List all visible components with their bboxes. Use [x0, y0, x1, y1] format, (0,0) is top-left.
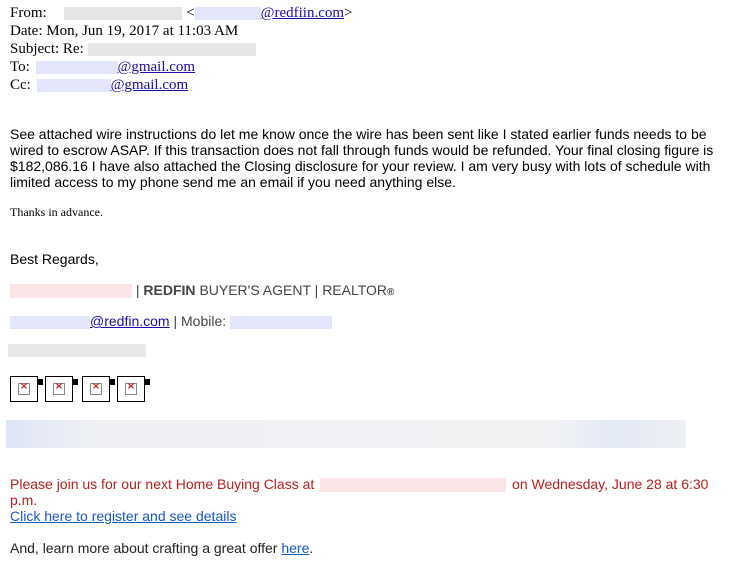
agent-title-line: | REDFIN BUYER'S AGENT | REALTOR® [10, 282, 394, 301]
from-name-redaction [64, 7, 183, 21]
from-lt: < [186, 5, 195, 21]
home-buying-class-text: Please join us for our next Home Buying … [10, 476, 726, 508]
from-email-redaction [194, 7, 261, 21]
register-link[interactable]: Click here to register and see details [10, 508, 236, 524]
cc-line: Cc: @gmail.com [10, 76, 188, 94]
register-link-line: Click here to register and see details [10, 508, 236, 524]
subject-line: Subject: Re: [10, 40, 256, 58]
from-line: From: < @redfiin.com> [10, 4, 353, 22]
offer-here-link[interactable]: here [281, 540, 309, 556]
agent-title: BUYER'S AGENT | REALTOR [199, 282, 388, 298]
address-redaction [8, 344, 146, 357]
agent-email-redaction [10, 315, 90, 329]
registered-mark: ® [387, 287, 395, 298]
subject-label: Subject: Re: [10, 41, 84, 57]
offer-text: And, learn more about crafting a great o… [10, 540, 278, 556]
to-email-link[interactable]: @gmail.com [118, 59, 196, 75]
to-line: To: @gmail.com [10, 58, 195, 76]
contact-line: @redfin.com | Mobile: [10, 313, 333, 329]
offer-line: And, learn more about crafting a great o… [10, 540, 313, 556]
broken-image-icon[interactable]: × [117, 376, 150, 402]
subject-redaction [87, 43, 256, 57]
cc-email-redaction [36, 79, 111, 93]
date-line: Date: Mon, Jun 19, 2017 at 11:03 AM [10, 23, 239, 39]
offer-period: . [309, 540, 314, 556]
message-paragraph: See attached wire instructions do let me… [10, 126, 714, 190]
cc-email-link[interactable]: @gmail.com [111, 77, 189, 93]
class-location-redaction [320, 478, 507, 493]
thanks-line: Thanks in advance. [10, 205, 103, 219]
broken-image-icon[interactable]: × [82, 376, 115, 402]
redacted-banner [6, 420, 686, 448]
class-invite: Please join us for our next Home Buying … [10, 476, 315, 492]
broken-image-icon[interactable]: × [45, 376, 78, 402]
from-gt: > [344, 5, 353, 21]
mobile-label: | Mobile: [173, 313, 227, 329]
agent-email-link[interactable]: @redfin.com [90, 313, 170, 329]
agent-name-redaction [10, 284, 132, 299]
title-separator: | [135, 282, 140, 298]
mobile-redaction [230, 315, 333, 329]
to-label: To: [10, 59, 30, 75]
to-email-redaction [35, 61, 118, 75]
redfin-brand: REDFIN [143, 282, 196, 298]
from-label: From: [10, 5, 47, 21]
broken-image-icon[interactable]: × [10, 376, 43, 402]
cc-label: Cc: [10, 77, 31, 93]
from-email-link[interactable]: @redfiin.com [261, 5, 344, 21]
best-regards: Best Regards, [10, 251, 99, 267]
